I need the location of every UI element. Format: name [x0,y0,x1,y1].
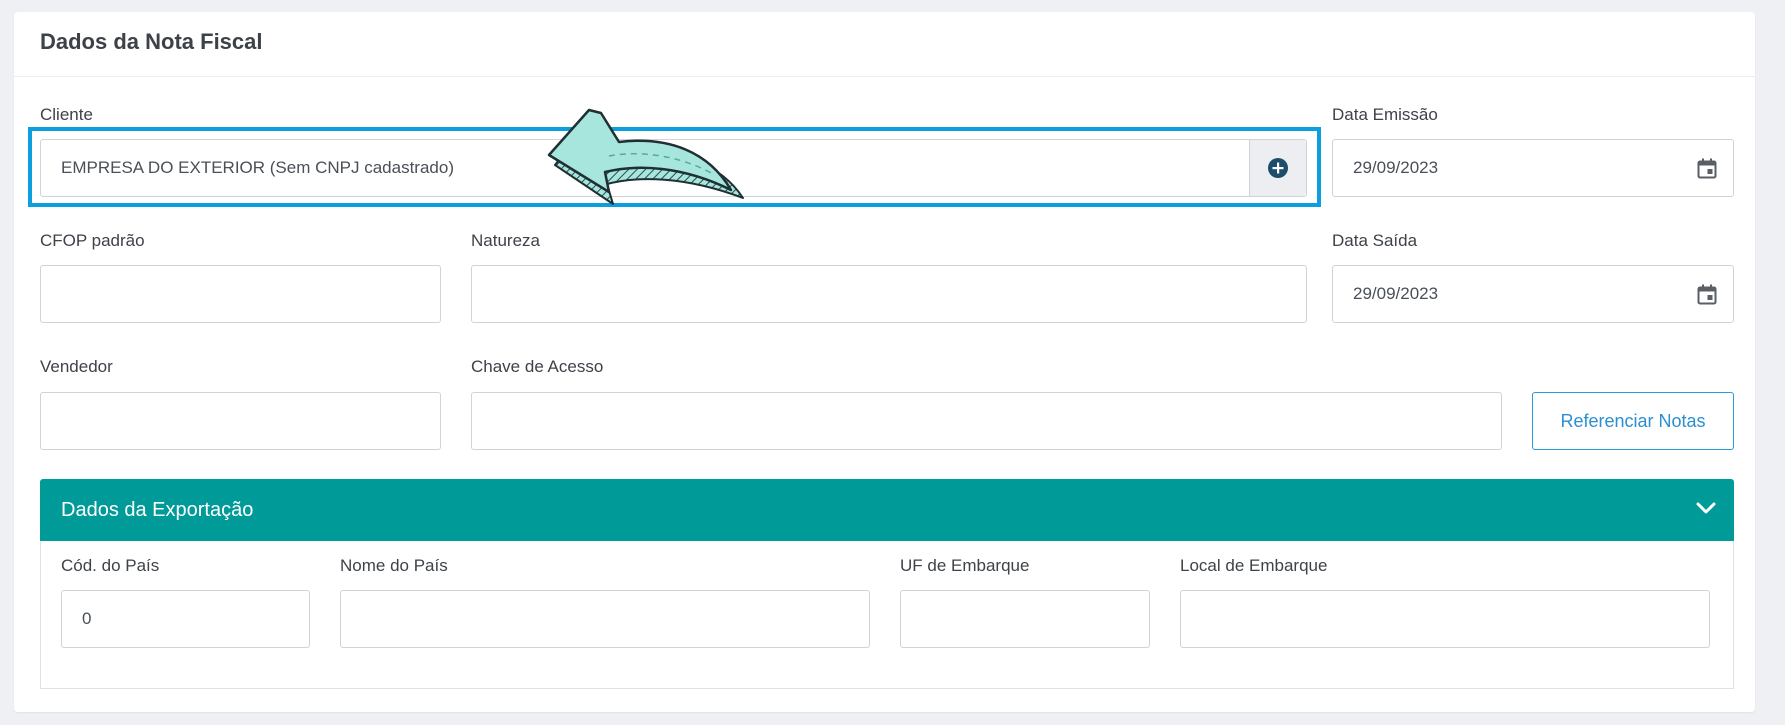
calendar-icon[interactable] [1697,158,1717,179]
vendedor-label: Vendedor [40,357,113,376]
data-saida-label: Data Saída [1332,231,1418,250]
uf-embarque-field[interactable] [900,590,1150,648]
data-emissao-field[interactable]: 29/09/2023 [1332,139,1734,197]
cod-pais-field[interactable]: 0 [61,590,310,648]
referenciar-notas-button[interactable]: Referenciar Notas [1532,392,1734,450]
vendedor-field[interactable] [40,392,441,450]
exportacao-panel-header[interactable]: Dados da Exportação [40,479,1734,541]
data-emissao-label: Data Emissão [1332,105,1438,124]
cod-pais-value: 0 [82,609,92,628]
calendar-icon[interactable] [1697,284,1717,305]
cfop-field[interactable] [40,265,441,323]
chave-acesso-field[interactable] [471,392,1502,450]
card-title: Dados da Nota Fiscal [40,29,263,54]
natureza-label: Natureza [471,231,540,250]
exportacao-title: Dados da Exportação [61,499,254,521]
pointer-arrow-icon [547,108,744,205]
nome-pais-field[interactable] [340,590,870,648]
data-emissao-value: 29/09/2023 [1353,158,1439,177]
chave-label: Chave de Acesso [471,357,604,376]
nome-pais-label: Nome do País [340,556,448,575]
data-saida-value: 29/09/2023 [1353,284,1439,303]
cod-pais-label: Cód. do País [61,556,160,575]
natureza-field[interactable] [471,265,1307,323]
local-embarque-field[interactable] [1180,590,1710,648]
chevron-down-icon[interactable] [1696,501,1716,515]
local-embarque-label: Local de Embarque [1180,556,1328,575]
data-saida-field[interactable]: 29/09/2023 [1332,265,1734,323]
card-header: Dados da Nota Fiscal [14,12,1755,77]
uf-embarque-label: UF de Embarque [900,556,1030,575]
cfop-label: CFOP padrão [40,231,145,250]
cliente-label: Cliente [40,105,93,124]
